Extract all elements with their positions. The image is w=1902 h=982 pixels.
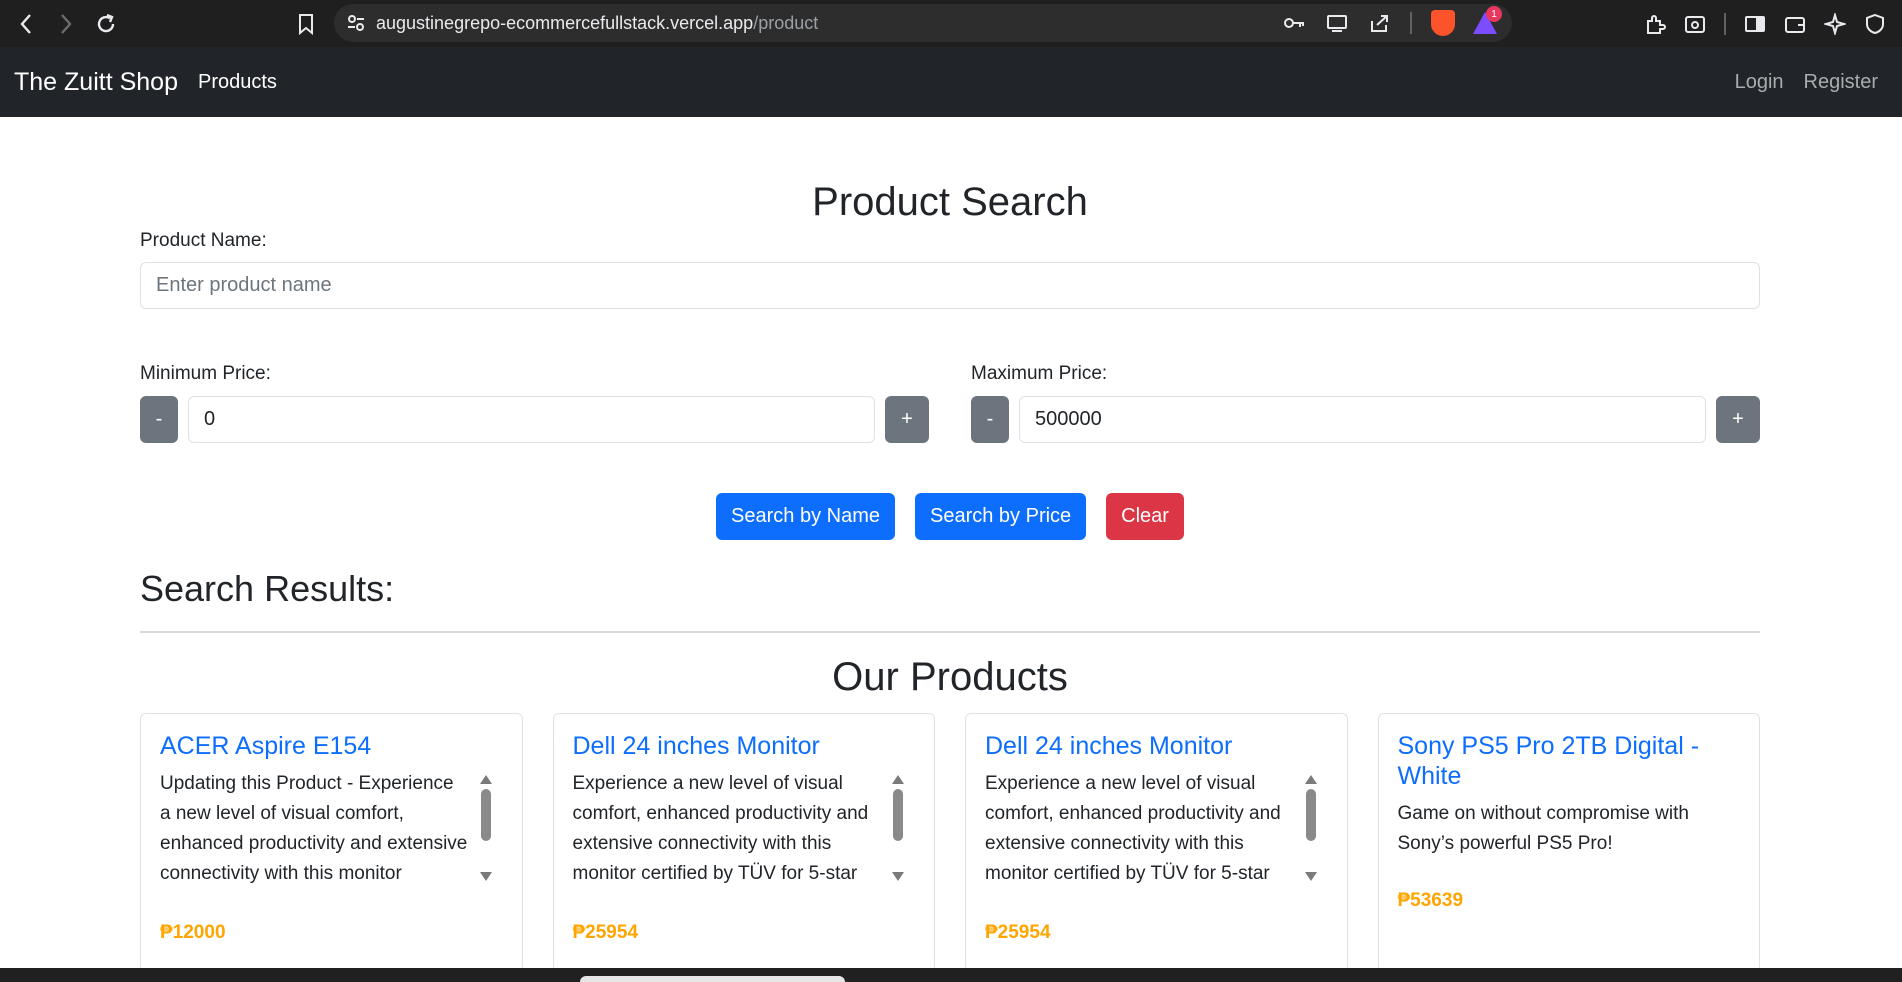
- site-settings-icon[interactable]: [338, 4, 374, 42]
- clear-button[interactable]: Clear: [1106, 493, 1184, 540]
- max-price-group: Maximum Price: - +: [971, 363, 1760, 443]
- reading-list-icon[interactable]: [1678, 7, 1712, 41]
- cast-icon[interactable]: [1320, 6, 1354, 40]
- product-name-label: Product Name:: [140, 230, 267, 251]
- brave-rewards-icon[interactable]: 1: [1468, 6, 1502, 40]
- taskbar-window-preview[interactable]: [580, 976, 845, 982]
- url-host: augustinegrepo-ecommercefullstack.vercel…: [376, 12, 754, 33]
- product-title-link[interactable]: Dell 24 inches Monitor: [985, 731, 1328, 761]
- rewards-badge: 1: [1486, 6, 1502, 22]
- product-description: Game on without compromise with Sony’s p…: [1397, 803, 1689, 854]
- back-icon[interactable]: [6, 4, 46, 44]
- scroll-down-icon[interactable]: [892, 872, 904, 881]
- product-card: Dell 24 inches Monitor Experience a new …: [965, 713, 1348, 973]
- max-price-increment-button[interactable]: +: [1716, 396, 1760, 443]
- forward-icon[interactable]: [46, 4, 86, 44]
- sidebar-icon[interactable]: [1738, 7, 1772, 41]
- url-text: augustinegrepo-ecommercefullstack.vercel…: [376, 13, 818, 34]
- brave-shields-icon[interactable]: [1426, 6, 1460, 40]
- nav-login-link[interactable]: Login: [1735, 71, 1784, 94]
- max-price-decrement-button[interactable]: -: [971, 396, 1009, 443]
- leo-ai-icon[interactable]: [1818, 7, 1852, 41]
- nav-products-link[interactable]: Products: [198, 71, 277, 94]
- product-price: ₱25954: [985, 922, 1051, 943]
- scroll-down-icon[interactable]: [1304, 872, 1317, 881]
- our-products-title: Our Products: [832, 655, 1068, 699]
- product-title-link[interactable]: Dell 24 inches Monitor: [573, 731, 916, 761]
- product-description-scroll: Game on without compromise with Sony’s p…: [1398, 799, 1741, 859]
- scroll-thumb[interactable]: [480, 789, 491, 841]
- vpn-shield-icon[interactable]: [1858, 7, 1892, 41]
- bookmark-icon[interactable]: [288, 4, 324, 44]
- reload-icon[interactable]: [86, 4, 126, 44]
- share-icon[interactable]: [1362, 6, 1396, 40]
- product-description: Experience a new level of visual comfort…: [985, 773, 1281, 884]
- product-title-link[interactable]: ACER Aspire E154: [160, 731, 503, 761]
- scroll-up-icon[interactable]: [892, 775, 904, 784]
- address-bar[interactable]: augustinegrepo-ecommercefullstack.vercel…: [334, 4, 1512, 42]
- brand-link[interactable]: The Zuitt Shop: [14, 68, 178, 97]
- min-price-input[interactable]: [188, 396, 875, 443]
- product-description: Experience a new level of visual comfort…: [572, 773, 869, 884]
- product-description-scroll[interactable]: Experience a new level of visual comfort…: [985, 769, 1328, 887]
- scrollbar[interactable]: [1302, 769, 1320, 887]
- min-price-group: Minimum Price: - +: [140, 363, 929, 443]
- nav-register-link[interactable]: Register: [1804, 71, 1878, 94]
- divider: [140, 631, 1760, 633]
- product-description-scroll[interactable]: Updating this Product - Experience a new…: [160, 769, 503, 887]
- page-title: Product Search: [812, 180, 1088, 224]
- scroll-up-icon[interactable]: [479, 775, 492, 784]
- product-price: ₱53639: [1397, 890, 1464, 911]
- max-price-label: Maximum Price:: [971, 363, 1108, 384]
- app-navbar: The Zuitt Shop Products Login Register: [0, 47, 1902, 117]
- toolbar-separator: [1724, 13, 1726, 35]
- scroll-down-icon[interactable]: [479, 872, 492, 881]
- search-results-title: Search Results:: [140, 568, 395, 609]
- min-price-increment-button[interactable]: +: [885, 396, 929, 443]
- wallet-icon[interactable]: [1778, 7, 1812, 41]
- browser-toolbar: augustinegrepo-ecommercefullstack.vercel…: [0, 0, 1902, 47]
- scrollbar[interactable]: [889, 769, 907, 887]
- product-card: Sony PS5 Pro 2TB Digital - White Game on…: [1377, 713, 1760, 973]
- search-by-name-button[interactable]: Search by Name: [716, 493, 895, 540]
- product-description-scroll[interactable]: Experience a new level of visual comfort…: [573, 769, 916, 887]
- min-price-decrement-button[interactable]: -: [140, 396, 178, 443]
- product-card-list: ACER Aspire E154 Updating this Product -…: [140, 713, 1760, 973]
- extensions-icon[interactable]: [1638, 7, 1672, 41]
- key-icon[interactable]: [1278, 6, 1312, 40]
- toolbar-separator: [1410, 12, 1412, 34]
- scroll-thumb[interactable]: [1305, 789, 1316, 841]
- scrollbar[interactable]: [477, 769, 495, 887]
- product-card: ACER Aspire E154 Updating this Product -…: [140, 713, 523, 973]
- product-price: ₱25954: [572, 922, 639, 943]
- scroll-up-icon[interactable]: [1304, 775, 1317, 784]
- product-description: Updating this Product - Experience a new…: [160, 773, 468, 884]
- product-name-input[interactable]: [140, 262, 1760, 309]
- product-title-link[interactable]: Sony PS5 Pro 2TB Digital - White: [1398, 731, 1741, 791]
- scroll-thumb[interactable]: [893, 789, 903, 841]
- os-taskbar: [0, 968, 1902, 982]
- max-price-input[interactable]: [1019, 396, 1706, 443]
- product-price: ₱12000: [160, 922, 226, 943]
- url-path: /product: [753, 12, 819, 33]
- main-container: Product Search Product Name: Minimum Pri…: [140, 117, 1760, 973]
- product-card: Dell 24 inches Monitor Experience a new …: [552, 713, 935, 973]
- min-price-label: Minimum Price:: [140, 363, 271, 384]
- search-by-price-button[interactable]: Search by Price: [915, 493, 1087, 540]
